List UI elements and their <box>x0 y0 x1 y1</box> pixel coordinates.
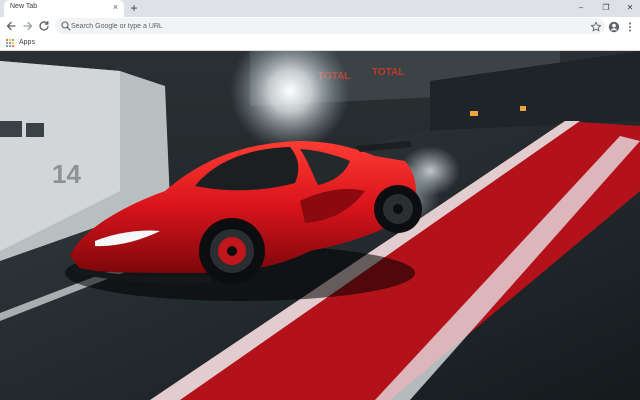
reload-button[interactable] <box>37 19 51 33</box>
browser-toolbar <box>0 17 640 35</box>
apps-label: Apps <box>19 39 35 46</box>
tab-new-tab[interactable]: New Tab × <box>4 0 124 17</box>
new-tab-button[interactable]: + <box>127 1 141 15</box>
minimize-button[interactable]: – <box>571 1 591 14</box>
close-window-button[interactable]: ✕ <box>620 1 640 14</box>
chrome-menu-button[interactable] <box>624 20 636 32</box>
address-bar-input[interactable] <box>71 18 571 34</box>
arrow-left-icon <box>6 21 16 31</box>
apps-grid-icon <box>6 39 14 47</box>
tab-close-icon[interactable]: × <box>110 2 121 13</box>
omnibox[interactable] <box>55 18 605 34</box>
sports-car-photo: 14 TOTAL TOTAL <box>0 51 640 400</box>
arrow-right-icon <box>23 21 33 31</box>
tab-strip: New Tab × + – ❐ ✕ <box>0 0 640 17</box>
restore-button[interactable]: ❐ <box>596 1 616 14</box>
reload-icon <box>39 20 49 31</box>
star-icon <box>590 21 602 32</box>
pit-number: 14 <box>52 159 81 189</box>
forward-button[interactable] <box>21 19 35 33</box>
account-circle-icon <box>608 21 620 33</box>
tab-title: New Tab <box>10 3 38 10</box>
profile-button[interactable] <box>608 20 620 33</box>
new-tab-wallpaper: 14 TOTAL TOTAL <box>0 51 640 400</box>
bookmarks-bar: Apps <box>0 35 640 51</box>
bookmark-star-button[interactable] <box>590 20 602 32</box>
search-icon <box>61 21 71 31</box>
svg-text:TOTAL: TOTAL <box>372 67 404 78</box>
kebab-menu-icon <box>629 22 631 32</box>
back-button[interactable] <box>4 19 18 33</box>
